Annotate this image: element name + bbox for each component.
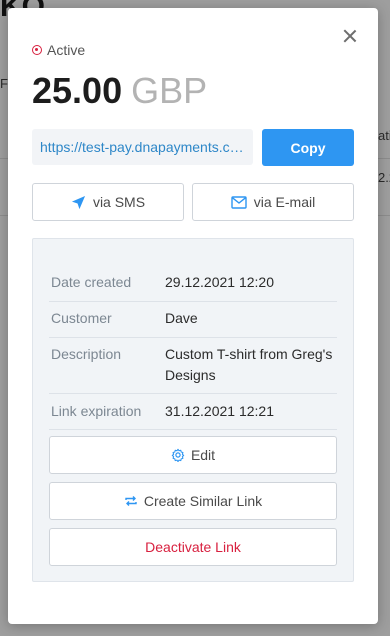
mail-icon: [231, 195, 247, 209]
amount-currency: GBP: [131, 70, 208, 111]
detail-value: Dave: [165, 310, 198, 326]
create-similar-link-label: Create Similar Link: [143, 493, 263, 509]
create-similar-link-button[interactable]: Create Similar Link: [49, 482, 337, 520]
active-status-icon: [32, 45, 42, 55]
detail-value: Custom T-shirt from Greg's Designs: [165, 346, 333, 383]
share-email-button[interactable]: via E-mail: [192, 183, 354, 221]
detail-row-description: Description Custom T-shirt from Greg's D…: [49, 338, 337, 394]
detail-key: Description: [51, 346, 122, 362]
payment-link-field[interactable]: https://test-pay.dnapayments.com/checkou…: [32, 129, 253, 165]
close-icon[interactable]: [340, 26, 360, 46]
detail-row-link-expiration: Link expiration 31.12.2021 12:21: [49, 394, 337, 430]
share-email-label: via E-mail: [253, 194, 316, 210]
link-details-panel: Date created 29.12.2021 12:20 Customer D…: [32, 238, 354, 582]
copy-button[interactable]: Copy: [262, 129, 354, 166]
status-badge: Active: [32, 42, 85, 58]
edit-button[interactable]: Edit: [49, 436, 337, 474]
gear-icon: [171, 448, 185, 462]
repeat-icon: [124, 495, 138, 507]
status-label: Active: [47, 42, 86, 58]
deactivate-link-button[interactable]: Deactivate Link: [49, 528, 337, 566]
amount: 25.00 GBP: [32, 70, 207, 112]
payment-link-modal: Active 25.00 GBP https://test-pay.dnapay…: [8, 8, 378, 624]
detail-key: Date created: [51, 274, 132, 290]
share-sms-label: via SMS: [92, 194, 146, 210]
detail-row-date-created: Date created 29.12.2021 12:20: [49, 266, 337, 302]
deactivate-link-label: Deactivate Link: [145, 539, 241, 555]
edit-label: Edit: [190, 447, 216, 463]
detail-value: 29.12.2021 12:20: [165, 274, 274, 290]
detail-row-customer: Customer Dave: [49, 302, 337, 338]
detail-value: 31.12.2021 12:21: [165, 403, 274, 419]
amount-value: 25.00: [32, 70, 123, 111]
detail-key: Link expiration: [51, 403, 142, 419]
detail-key: Customer: [51, 310, 112, 326]
send-icon: [71, 195, 86, 210]
share-sms-button[interactable]: via SMS: [32, 183, 184, 221]
